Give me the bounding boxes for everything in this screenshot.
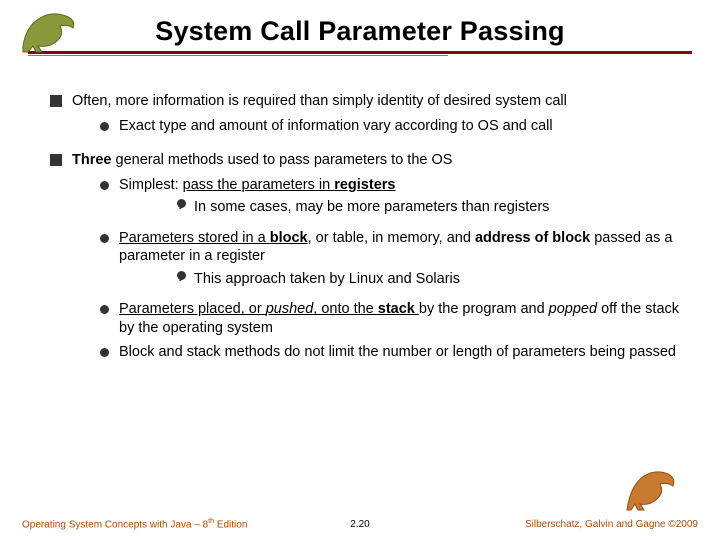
list-item: ◗ In some cases, may be more parameters … <box>177 198 682 217</box>
list-text: Block and stack methods do not limit the… <box>119 343 682 362</box>
slide-footer: Operating System Concepts with Java – 8t… <box>0 518 720 530</box>
text: by the program and <box>419 301 549 317</box>
text: Often, more information is required than… <box>72 93 567 109</box>
list-text: This approach taken by Linux and Solaris <box>194 270 682 289</box>
disc-bullet-icon <box>100 305 109 314</box>
slide-header: System Call Parameter Passing <box>28 10 692 70</box>
text-underline: Parameters stored in a <box>119 230 270 246</box>
dinosaur-logo-icon <box>18 6 88 54</box>
slide: System Call Parameter Passing Often, mor… <box>0 0 720 540</box>
list-text: Often, more information is required than… <box>72 92 682 141</box>
list-item: Parameters placed, or pushed, onto the s… <box>100 300 682 337</box>
text: Operating System Concepts with Java – 8 <box>22 519 208 530</box>
text-underline: Parameters placed, or <box>119 301 266 317</box>
text-underline-bold: registers <box>334 177 395 193</box>
text: Simplest: <box>119 177 183 193</box>
list-text: Simplest: pass the parameters in registe… <box>119 176 682 223</box>
text: Edition <box>214 519 247 530</box>
list-text: Parameters placed, or pushed, onto the s… <box>119 300 682 337</box>
list-item: Simplest: pass the parameters in registe… <box>100 176 682 223</box>
slide-title: System Call Parameter Passing <box>28 10 692 47</box>
text-underline-bold: stack <box>378 301 419 317</box>
disc-bullet-icon <box>100 181 109 190</box>
list-text: Exact type and amount of information var… <box>119 117 682 136</box>
disc-bullet-icon <box>100 234 109 243</box>
list-item: Three general methods used to pass param… <box>50 151 682 368</box>
disc-bullet-icon <box>100 122 109 131</box>
footer-right: Silberschatz, Galvin and Gagne ©2009 <box>525 519 698 530</box>
list-text: In some cases, may be more parameters th… <box>194 198 682 217</box>
text-italic: popped <box>549 301 597 317</box>
slide-number: 2.20 <box>350 519 369 530</box>
slide-content: Often, more information is required than… <box>28 70 692 368</box>
disc-bullet-icon <box>100 348 109 357</box>
list-item: Block and stack methods do not limit the… <box>100 343 682 362</box>
square-bullet-icon <box>50 154 62 166</box>
title-rule <box>28 51 692 56</box>
list-item: Parameters stored in a block, or table, … <box>100 229 682 295</box>
text-underline: pass the parameters in <box>183 177 335 193</box>
dinosaur-logo-small-icon <box>624 466 680 512</box>
list-text: Three general methods used to pass param… <box>72 151 682 368</box>
list-text: Parameters stored in a block, or table, … <box>119 229 682 295</box>
footer-left: Operating System Concepts with Java – 8t… <box>22 518 247 530</box>
arrow-bullet-icon: ◗ <box>177 199 186 208</box>
square-bullet-icon <box>50 95 62 107</box>
text-underline-italic: pushed <box>266 301 314 317</box>
list-item: Exact type and amount of information var… <box>100 117 682 136</box>
text-bold: Three <box>72 152 112 168</box>
text-bold: address of block <box>475 230 590 246</box>
text: general methods used to pass parameters … <box>112 152 453 168</box>
text-underline: , onto the <box>313 301 378 317</box>
text: , or table, in memory, and <box>308 230 475 246</box>
list-item: Often, more information is required than… <box>50 92 682 141</box>
list-item: ◗ This approach taken by Linux and Solar… <box>177 270 682 289</box>
text-underline-bold: block <box>270 230 308 246</box>
arrow-bullet-icon: ◗ <box>177 271 186 280</box>
